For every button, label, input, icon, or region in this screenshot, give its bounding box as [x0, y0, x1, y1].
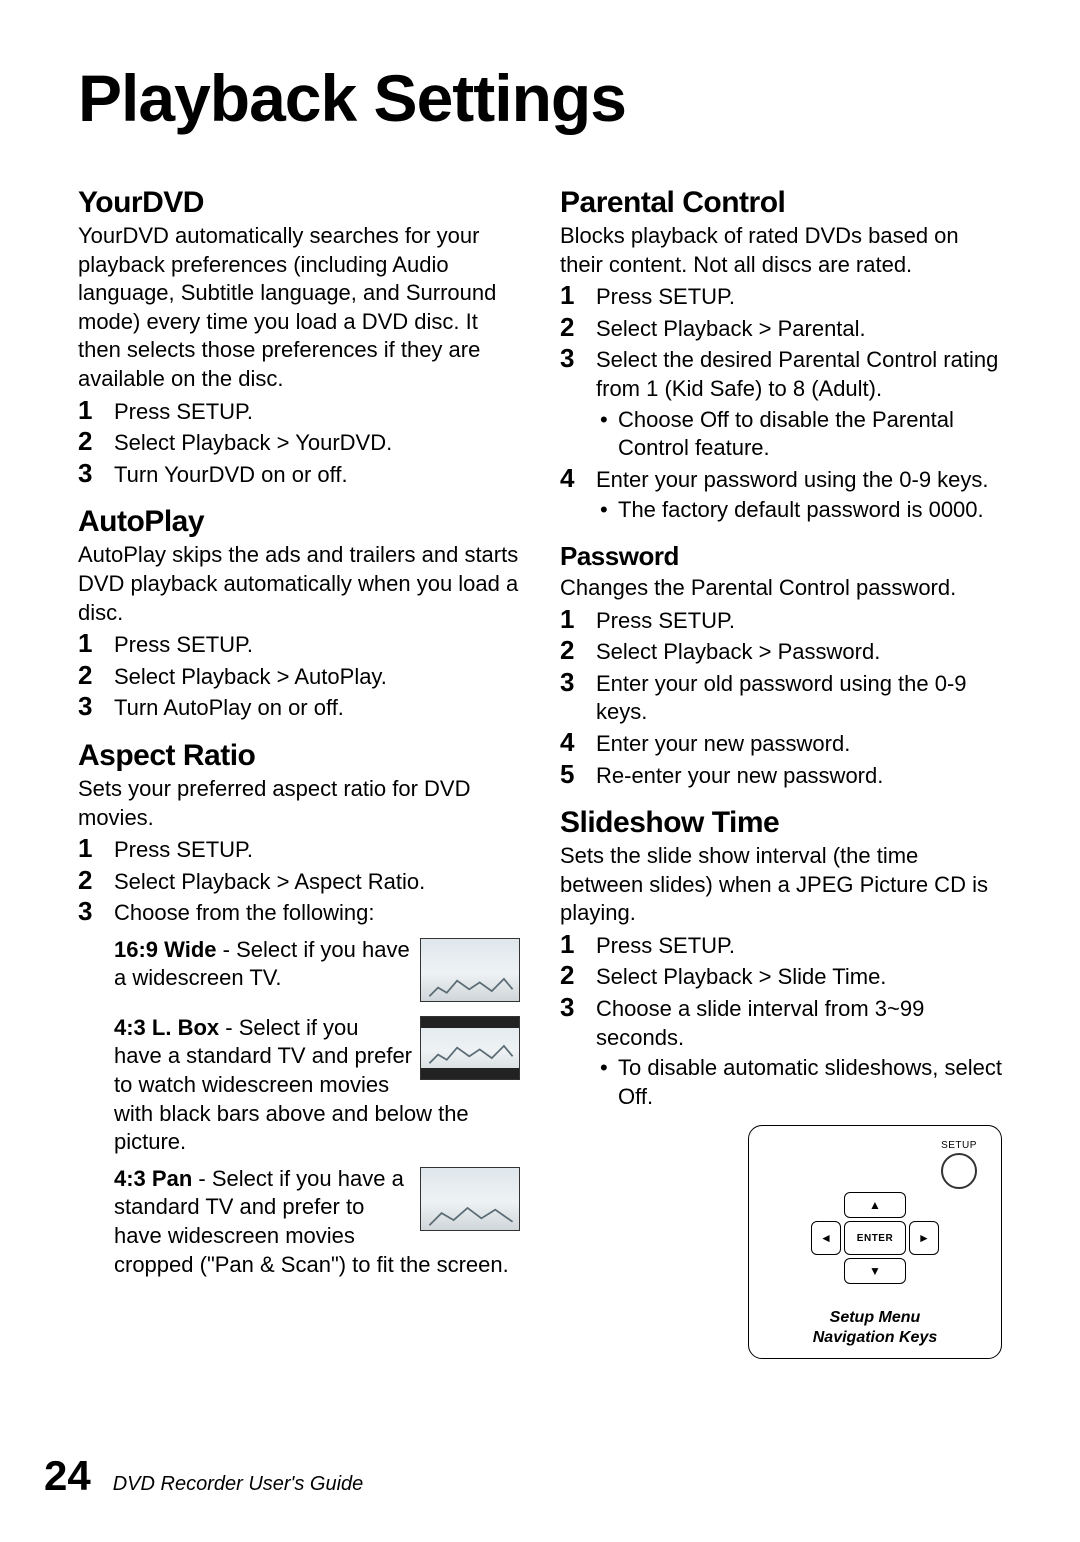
slideshow-step3-notes: To disable automatic slideshows, select … — [596, 1054, 1002, 1111]
parental-intro: Blocks playback of rated DVDs based on t… — [560, 222, 1002, 279]
yourdvd-heading: YourDVD — [78, 186, 520, 220]
parental-steps: Press SETUP. Select Playback > Parental.… — [560, 283, 1002, 525]
step: Select Playback > Password. — [560, 638, 1002, 667]
manual-page: Playback Settings YourDVD YourDVD automa… — [0, 0, 1080, 1542]
remote-setup-label: SETUP — [941, 1140, 977, 1151]
step: Select Playback > Parental. — [560, 315, 1002, 344]
step: Turn AutoPlay on or off. — [78, 694, 520, 723]
caption-line: Setup Menu — [830, 1309, 921, 1326]
page-title: Playback Settings — [78, 60, 1002, 136]
password-heading: Password — [560, 541, 1002, 572]
step: Press SETUP. — [78, 631, 520, 660]
autoplay-heading: AutoPlay — [78, 505, 520, 539]
step-text: Select the desired Parental Control rati… — [596, 347, 998, 401]
step: Select the desired Parental Control rati… — [560, 346, 1002, 462]
bullet: Choose Off to disable the Parental Contr… — [596, 406, 1002, 463]
right-column: Parental Control Blocks playback of rate… — [560, 170, 1002, 1359]
step-text: Enter your password using the 0-9 keys. — [596, 467, 989, 492]
circle-button-icon — [941, 1153, 977, 1189]
dpad-enter-button: ENTER — [844, 1221, 906, 1255]
step: Select Playback > AutoPlay. — [78, 663, 520, 692]
step: Choose from the following: — [78, 899, 520, 928]
option-label: 16:9 Wide — [114, 937, 217, 962]
slideshow-heading: Slideshow Time — [560, 806, 1002, 840]
caption-line: Navigation Keys — [813, 1329, 937, 1346]
option-label: 4:3 Pan — [114, 1166, 192, 1191]
aspect-heading: Aspect Ratio — [78, 739, 520, 773]
option-label: 4:3 L. Box — [114, 1015, 219, 1040]
step: Turn YourDVD on or off. — [78, 461, 520, 490]
step: Select Playback > YourDVD. — [78, 429, 520, 458]
slideshow-intro: Sets the slide show interval (the time b… — [560, 842, 1002, 928]
step: Enter your old password using the 0-9 ke… — [560, 670, 1002, 727]
step: Enter your new password. — [560, 730, 1002, 759]
remote-caption: Setup Menu Navigation Keys — [765, 1308, 985, 1348]
step: Press SETUP. — [560, 283, 1002, 312]
remote-dpad: ▲ ◄ ENTER ► ▼ — [811, 1192, 939, 1284]
step: Select Playback > Slide Time. — [560, 963, 1002, 992]
aspect-option-pan: 4:3 Pan - Select if you have a standard … — [114, 1165, 520, 1279]
step: Press SETUP. — [560, 932, 1002, 961]
content-columns: YourDVD YourDVD automatically searches f… — [78, 170, 1002, 1359]
yourdvd-steps: Press SETUP. Select Playback > YourDVD. … — [78, 398, 520, 490]
aspect-thumb-wide-icon — [420, 938, 520, 1002]
password-intro: Changes the Parental Control password. — [560, 574, 1002, 603]
footer-guide-title: DVD Recorder User's Guide — [113, 1473, 364, 1496]
step: Press SETUP. — [78, 398, 520, 427]
remote-diagram: SETUP ▲ ◄ ENTER ► ▼ Setup Menu — [748, 1125, 1002, 1359]
autoplay-steps: Press SETUP. Select Playback > AutoPlay.… — [78, 631, 520, 723]
step: Enter your password using the 0-9 keys. … — [560, 466, 1002, 525]
step: Re-enter your new password. — [560, 762, 1002, 791]
step: Choose a slide interval from 3~99 second… — [560, 995, 1002, 1111]
dpad-down-icon: ▼ — [844, 1258, 906, 1284]
remote-setup-button: SETUP — [941, 1140, 977, 1189]
aspect-option-wide: 16:9 Wide - Select if you have a widescr… — [114, 936, 520, 1006]
step-text: Choose a slide interval from 3~99 second… — [596, 996, 924, 1050]
dpad-right-icon: ► — [909, 1221, 939, 1255]
page-number: 24 — [44, 1452, 91, 1500]
slideshow-steps: Press SETUP. Select Playback > Slide Tim… — [560, 932, 1002, 1112]
password-steps: Press SETUP. Select Playback > Password.… — [560, 607, 1002, 791]
aspect-intro: Sets your preferred aspect ratio for DVD… — [78, 775, 520, 832]
aspect-thumb-pan-icon — [420, 1167, 520, 1231]
step: Select Playback > Aspect Ratio. — [78, 868, 520, 897]
parental-step3-notes: Choose Off to disable the Parental Contr… — [596, 406, 1002, 463]
yourdvd-intro: YourDVD automatically searches for your … — [78, 222, 520, 394]
parental-step4-notes: The factory default password is 0000. — [596, 496, 1002, 525]
step: Press SETUP. — [78, 836, 520, 865]
dpad-up-icon: ▲ — [844, 1192, 906, 1218]
step: Press SETUP. — [560, 607, 1002, 636]
parental-heading: Parental Control — [560, 186, 1002, 220]
aspect-thumb-lbox-icon — [420, 1016, 520, 1080]
aspect-option-lbox: 4:3 L. Box - Select if you have a standa… — [114, 1014, 520, 1157]
dpad-left-icon: ◄ — [811, 1221, 841, 1255]
page-footer: 24 DVD Recorder User's Guide — [44, 1452, 363, 1500]
aspect-steps: Press SETUP. Select Playback > Aspect Ra… — [78, 836, 520, 928]
left-column: YourDVD YourDVD automatically searches f… — [78, 170, 520, 1359]
aspect-options: 16:9 Wide - Select if you have a widescr… — [78, 936, 520, 1279]
bullet: The factory default password is 0000. — [596, 496, 1002, 525]
bullet: To disable automatic slideshows, select … — [596, 1054, 1002, 1111]
autoplay-intro: AutoPlay skips the ads and trailers and … — [78, 541, 520, 627]
